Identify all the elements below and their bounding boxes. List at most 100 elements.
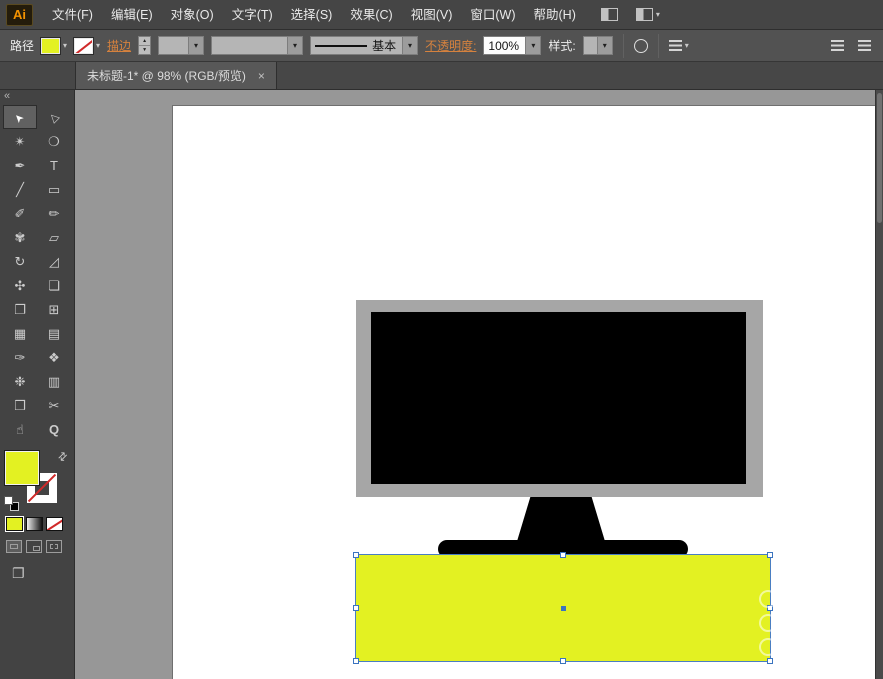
stepper-up-icon[interactable]: ▲ (139, 37, 150, 46)
menu-item-4[interactable]: 选择(S) (282, 0, 342, 30)
fill-color-swatch[interactable] (41, 38, 60, 54)
align-menu[interactable]: ▾ (669, 40, 689, 51)
draw-behind-mode-button[interactable] (26, 540, 42, 553)
menu-item-6[interactable]: 视图(V) (402, 0, 462, 30)
fill-swatch[interactable] (5, 451, 39, 485)
workspace-switcher[interactable]: ▾ (636, 8, 660, 21)
eraser-tool[interactable]: ▱ (37, 225, 71, 249)
chevron-down-icon[interactable]: ▾ (402, 37, 417, 54)
eyedropper-tool[interactable]: ✑ (3, 345, 37, 369)
vertical-scrollbar[interactable] (875, 90, 883, 679)
selection-handle[interactable] (560, 658, 566, 664)
chevron-down-icon[interactable]: ▾ (188, 37, 203, 54)
slice-tool[interactable]: ✂ (37, 393, 71, 417)
opacity-panel-link[interactable]: 不透明度: (425, 37, 476, 54)
type-tool[interactable]: T (37, 153, 71, 177)
pencil-tool[interactable]: ✏ (37, 201, 71, 225)
direct-selection-tool[interactable]: ▷ (37, 105, 71, 129)
artwork-layer (75, 90, 875, 679)
menu-item-2[interactable]: 对象(O) (162, 0, 223, 30)
separator (623, 34, 624, 58)
chevron-down-icon[interactable]: ▾ (597, 37, 612, 54)
selection-handle[interactable] (560, 552, 566, 558)
swap-fill-stroke-icon[interactable]: ⇄ (55, 449, 71, 465)
chevron-down-icon[interactable]: ▾ (287, 37, 302, 54)
zoom-tool[interactable]: Q (37, 417, 71, 441)
rectangle-tool[interactable]: ▭ (37, 177, 71, 201)
selection-handle[interactable] (353, 658, 359, 664)
monitor-screen-shape[interactable] (371, 312, 746, 484)
stroke-none-swatch[interactable] (74, 38, 93, 54)
stroke-weight-stepper[interactable]: ▲ ▼ (138, 36, 151, 55)
screen-mode-button[interactable]: ❐ (0, 553, 74, 582)
chevron-down-icon[interactable]: ▾ (525, 37, 540, 54)
opacity-value: 100% (484, 37, 525, 54)
align-panel-icon[interactable] (831, 40, 844, 51)
mesh-tool[interactable]: ▦ (3, 321, 37, 345)
stepper-down-icon[interactable]: ▼ (139, 46, 150, 54)
brush-definition-select[interactable]: 基本 ▾ (310, 36, 418, 55)
menu-item-8[interactable]: 帮助(H) (525, 0, 585, 30)
artboard-tool[interactable]: ❒ (3, 393, 37, 417)
close-icon[interactable]: × (258, 69, 265, 83)
color-button[interactable] (6, 517, 23, 531)
selection-handle[interactable] (767, 658, 773, 664)
width-tool[interactable]: ✣ (3, 273, 37, 297)
none-button[interactable] (46, 517, 63, 531)
stroke-panel-link[interactable]: 描边 (107, 37, 131, 54)
menu-item-3[interactable]: 文字(T) (223, 0, 282, 30)
toolbar-collapse-button[interactable]: « (0, 90, 74, 105)
hand-tool[interactable]: ☝ (3, 417, 37, 441)
line-segment-tool[interactable]: ╱ (3, 177, 37, 201)
tools-grid: ➤▷✴❍✒T ╱ ▭✐✏✾▱ ↻ ◿ ✣❏❐⊞ ▦ ▤✑❖❉▥❒✂☝Q (0, 105, 74, 441)
column-graph-tool[interactable]: ▥ (37, 369, 71, 393)
free-transform-tool[interactable]: ❏ (37, 273, 71, 297)
monitor-stand-shape[interactable] (515, 496, 607, 548)
selection-tool[interactable]: ➤ (3, 105, 37, 129)
gradient-button[interactable] (26, 517, 43, 531)
fill-color-control[interactable]: ▾ (41, 38, 67, 54)
stroke-color-control[interactable]: ▾ (74, 38, 100, 54)
rotate-tool[interactable]: ↻ (3, 249, 37, 273)
selection-handle[interactable] (767, 552, 773, 558)
menu-item-0[interactable]: 文件(F) (43, 0, 102, 30)
menu-item-1[interactable]: 编辑(E) (102, 0, 162, 30)
perspective-grid-tool[interactable]: ⊞ (37, 297, 71, 321)
canvas-pasteboard[interactable] (75, 90, 875, 679)
selected-rectangle[interactable] (356, 555, 770, 661)
symbol-sprayer-tool[interactable]: ❉ (3, 369, 37, 393)
magic-wand-tool[interactable]: ✴ (3, 129, 37, 153)
style-label: 样式: (548, 37, 575, 54)
document-tab[interactable]: 未标题-1* @ 98% (RGB/预览) × (75, 62, 277, 89)
pen-tool[interactable]: ✒ (3, 153, 37, 177)
chevron-down-icon: ▾ (656, 10, 660, 19)
paintbrush-tool[interactable]: ✐ (3, 201, 37, 225)
mesh-tool-icon: ▦ (14, 327, 26, 340)
transform-panel-icon[interactable] (858, 40, 871, 51)
draw-normal-mode-button[interactable] (6, 540, 22, 553)
recolor-artwork-icon[interactable] (634, 39, 648, 53)
width-profile-select[interactable]: ▾ (211, 36, 303, 55)
scrollbar-thumb[interactable] (877, 93, 882, 223)
shape-builder-tool[interactable]: ❐ (3, 297, 37, 321)
chevron-down-icon: ▾ (685, 41, 689, 50)
selection-handle[interactable] (353, 605, 359, 611)
scale-tool[interactable]: ◿ (37, 249, 71, 273)
lasso-tool[interactable]: ❍ (37, 129, 71, 153)
default-fill-stroke-icon[interactable] (4, 496, 19, 511)
stroke-weight-select[interactable]: ▾ (158, 36, 204, 55)
blob-brush-tool[interactable]: ✾ (3, 225, 37, 249)
opacity-select[interactable]: 100% ▾ (483, 36, 541, 55)
align-icon (669, 40, 682, 51)
menu-item-5[interactable]: 效果(C) (341, 0, 401, 30)
selection-handle[interactable] (353, 552, 359, 558)
scale-tool-icon: ◿ (49, 255, 59, 268)
line-segment-tool-icon: ╱ (16, 183, 24, 196)
blend-tool[interactable]: ❖ (37, 345, 71, 369)
menu-item-7[interactable]: 窗口(W) (461, 0, 524, 30)
draw-inside-mode-button[interactable] (46, 540, 62, 553)
arrange-documents-icon[interactable] (601, 8, 618, 21)
graphic-style-select[interactable]: ▾ (583, 36, 613, 55)
rotate-tool-icon: ↻ (15, 255, 26, 268)
gradient-tool[interactable]: ▤ (37, 321, 71, 345)
